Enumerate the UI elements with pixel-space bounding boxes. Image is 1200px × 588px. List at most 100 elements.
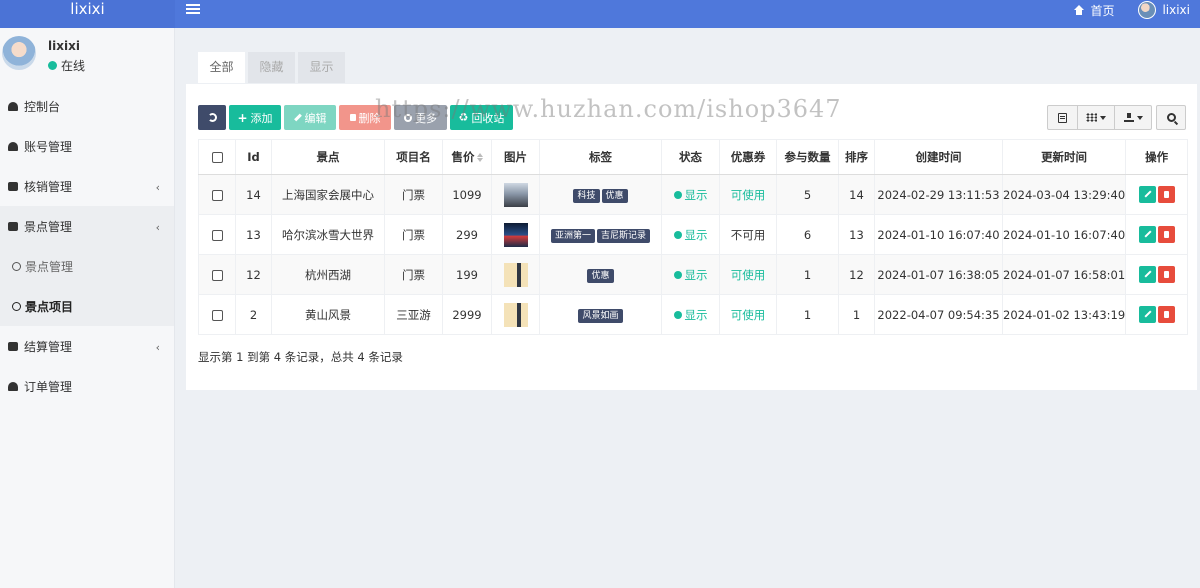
sidebar-subitem-label: 景点项目 xyxy=(25,299,74,314)
user-avatar-small[interactable] xyxy=(1138,1,1157,19)
thumbnail-image[interactable] xyxy=(503,222,528,247)
cell-tags: 亚洲第一 吉尼斯记录 xyxy=(539,214,662,255)
row-edit-button[interactable] xyxy=(1138,186,1156,203)
cell-id: 13 xyxy=(235,214,272,255)
cell-sort: 14 xyxy=(838,174,875,215)
cell-project: 门票 xyxy=(384,254,443,295)
cell-sort: 1 xyxy=(838,294,875,335)
menu-toggle-icon[interactable] xyxy=(186,2,200,16)
circle-icon xyxy=(12,261,21,271)
select-all-checkbox[interactable] xyxy=(211,152,223,163)
table-header-row: Id 景点 项目名 售价 图片 标签 状态 优惠券 参与数量 排序 创建时间 更… xyxy=(198,139,1189,175)
column-header: 优惠券 xyxy=(719,139,777,175)
cell-updated: 2024-01-10 16:07:40 xyxy=(1001,214,1127,255)
sidebar-subitem-spot-manage[interactable]: 景点管理 xyxy=(0,246,174,286)
cell-project: 门票 xyxy=(384,174,443,215)
thumbnail-image[interactable] xyxy=(503,302,528,327)
more-button[interactable]: 更多 xyxy=(394,105,447,130)
recycle-bin-button[interactable]: ♻ 回收站 xyxy=(450,105,513,130)
column-header-price[interactable]: 售价 xyxy=(442,139,492,175)
sidebar-item-accounts[interactable]: 账号管理 xyxy=(0,126,174,166)
sidebar-item-orders[interactable]: 订单管理 xyxy=(0,366,174,406)
row-select-cell[interactable] xyxy=(198,254,236,295)
thumbnail-image[interactable] xyxy=(503,262,528,287)
row-delete-button[interactable] xyxy=(1157,226,1175,243)
sidebar-item-verification[interactable]: 核销管理 ‹ xyxy=(0,166,174,206)
row-checkbox[interactable] xyxy=(211,269,223,281)
table-row[interactable]: 14 上海国家会展中心 门票 1099 科技 优惠 显示 可使用 5 14 2024-02-29 1… xyxy=(198,174,1189,215)
tab-hidden[interactable]: 隐藏 xyxy=(248,52,295,83)
row-select-cell[interactable] xyxy=(198,174,236,215)
status-badge[interactable]: 显示 xyxy=(673,227,708,243)
sidebar-item-label: 控制台 xyxy=(24,99,61,114)
status-dot-icon xyxy=(673,230,682,239)
toggle-view-button[interactable] xyxy=(1047,105,1078,130)
row-delete-button[interactable] xyxy=(1157,266,1175,283)
row-select-cell[interactable] xyxy=(198,214,236,255)
brand-logo[interactable]: lixixi xyxy=(0,0,175,28)
thumbnail-image[interactable] xyxy=(503,182,528,207)
trash-icon xyxy=(349,114,356,121)
edit-button[interactable]: 编辑 xyxy=(284,105,336,130)
chevron-left-icon: ‹ xyxy=(155,341,160,354)
table-row[interactable]: 2 黄山风景 三亚游 2999 风景如画 显示 可使用 1 1 2022-04-07 09:54:… xyxy=(198,294,1189,335)
row-edit-button[interactable] xyxy=(1138,306,1156,323)
sort-icon[interactable] xyxy=(476,153,483,162)
sidebar-subitem-spot-projects[interactable]: 景点项目 xyxy=(0,286,174,326)
row-delete-button[interactable] xyxy=(1157,186,1175,203)
cell-price: 2999 xyxy=(442,294,492,335)
column-header[interactable]: Id xyxy=(235,139,272,175)
row-select-cell[interactable] xyxy=(198,294,236,335)
row-checkbox[interactable] xyxy=(211,189,223,201)
column-header: 图片 xyxy=(491,139,540,175)
home-icon[interactable] xyxy=(1074,5,1085,15)
row-checkbox[interactable] xyxy=(211,309,223,321)
refresh-button[interactable] xyxy=(198,105,226,130)
delete-button[interactable]: 删除 xyxy=(339,105,391,130)
table-row[interactable]: 12 杭州西湖 门票 199 优惠 显示 可使用 1 12 2024-01-07 16:38:05… xyxy=(198,254,1189,295)
sidebar-item-label: 核销管理 xyxy=(24,179,73,194)
column-header: 更新时间 xyxy=(1001,139,1127,175)
grid-icon xyxy=(1086,113,1097,122)
cell-spot: 杭州西湖 xyxy=(271,254,385,295)
cell-created: 2024-02-29 13:11:53 xyxy=(874,174,1003,215)
status-label: 显示 xyxy=(684,187,708,202)
cell-created: 2024-01-10 16:07:40 xyxy=(874,214,1003,255)
cell-updated: 2024-03-04 13:29:40 xyxy=(1001,174,1127,215)
status-badge[interactable]: 显示 xyxy=(673,267,708,283)
search-button[interactable] xyxy=(1156,105,1186,130)
sidebar-item-settlement[interactable]: 结算管理 ‹ xyxy=(0,326,174,366)
plus-icon: + xyxy=(237,110,248,125)
status-label: 显示 xyxy=(684,227,708,242)
cell-image xyxy=(491,214,540,255)
cell-id: 12 xyxy=(235,254,272,295)
row-delete-button[interactable] xyxy=(1157,306,1175,323)
home-link[interactable]: 首页 xyxy=(1090,2,1114,19)
row-checkbox[interactable] xyxy=(211,229,223,241)
status-badge[interactable]: 显示 xyxy=(673,307,708,323)
online-status: 在线 xyxy=(48,57,85,74)
column-header: 状态 xyxy=(661,139,720,175)
content-panel: + 添加 编辑 删除 更多 ♻ 回收站 Id 景点 项目名 售价 图片 标签 状… xyxy=(186,84,1197,390)
row-edit-button[interactable] xyxy=(1138,266,1156,283)
export-button[interactable] xyxy=(1114,105,1152,130)
sidebar-item-dashboard[interactable]: 控制台 xyxy=(0,86,174,126)
tab-all[interactable]: 全部 xyxy=(198,52,245,83)
cell-id: 2 xyxy=(235,294,272,335)
add-button[interactable]: + 添加 xyxy=(229,105,281,130)
cell-sort: 12 xyxy=(838,254,875,295)
column-header: 参与数量 xyxy=(776,139,839,175)
top-user-name[interactable]: lixixi xyxy=(1162,3,1190,17)
select-all-cell[interactable] xyxy=(198,139,236,175)
cell-created: 2024-01-07 16:38:05 xyxy=(874,254,1003,295)
row-edit-button[interactable] xyxy=(1138,226,1156,243)
status-badge[interactable]: 显示 xyxy=(673,187,708,203)
status-dot-icon xyxy=(673,310,682,319)
columns-button[interactable] xyxy=(1077,105,1115,130)
sidebar-item-spots[interactable]: 景点管理 ‹ xyxy=(0,206,174,246)
tag-badge: 亚洲第一 xyxy=(550,228,595,243)
briefcase-icon xyxy=(8,181,18,191)
table-row[interactable]: 13 哈尔滨冰雪大世界 门票 299 亚洲第一 吉尼斯记录 显示 不可用 6 13 2024-01-… xyxy=(198,214,1189,255)
tab-shown[interactable]: 显示 xyxy=(298,52,345,83)
column-header: 排序 xyxy=(838,139,875,175)
